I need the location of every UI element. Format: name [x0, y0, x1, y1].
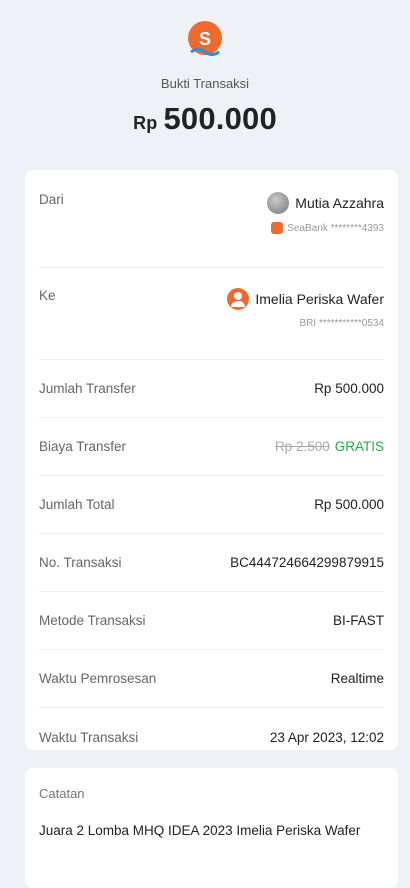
- no-transaksi-value[interactable]: BC444724664299879915: [230, 555, 384, 570]
- no-transaksi-label: No. Transaksi: [39, 555, 122, 570]
- metode-transaksi-row: Metode Transaksi BI-FAST: [39, 592, 384, 650]
- seabank-logo-icon: S: [188, 21, 222, 56]
- transaction-amount: Rp 500.000: [0, 101, 410, 137]
- to-name: Imelia Periska Wafer: [255, 291, 384, 307]
- waktu-pemrosesan-row: Waktu Pemrosesan Realtime: [39, 650, 384, 708]
- from-party: Mutia Azzahra: [267, 192, 384, 214]
- from-account-number: ********4393: [330, 222, 384, 234]
- amount-currency: Rp: [133, 113, 158, 133]
- from-name: Mutia Azzahra: [295, 195, 384, 211]
- from-row: Dari Mutia Azzahra SeaBank ********4393: [39, 170, 384, 268]
- avatar: [267, 192, 290, 214]
- waktu-pemrosesan-label: Waktu Pemrosesan: [39, 671, 157, 686]
- no-transaksi-row: No. Transaksi BC444724664299879915: [39, 534, 384, 592]
- jumlah-total-label: Jumlah Total: [39, 497, 115, 512]
- biaya-transfer-label: Biaya Transfer: [39, 439, 127, 454]
- user-avatar-icon: [227, 288, 250, 310]
- seabank-icon: [271, 222, 284, 234]
- to-info: Imelia Periska Wafer BRI ***********0534: [227, 288, 384, 329]
- to-party: Imelia Periska Wafer: [227, 288, 384, 310]
- jumlah-transfer-label: Jumlah Transfer: [39, 381, 136, 396]
- metode-transaksi-value: BI-FAST: [332, 613, 384, 628]
- from-account: SeaBank ********4393: [267, 222, 384, 234]
- biaya-transfer-value: Rp 2.500 GRATIS: [275, 439, 384, 454]
- note-card: Catatan Juara 2 Lomba MHQ IDEA 2023 Imel…: [25, 768, 398, 888]
- to-account-number: ***********0534: [318, 318, 384, 329]
- amount-value: 500.000: [163, 101, 277, 136]
- transaction-details-card: Dari Mutia Azzahra SeaBank ********4393 …: [25, 170, 398, 750]
- waktu-pemrosesan-value: Realtime: [330, 671, 384, 686]
- from-bank: SeaBank: [287, 222, 328, 234]
- jumlah-total-value: Rp 500.000: [314, 497, 384, 512]
- biaya-transfer-row: Biaya Transfer Rp 2.500 GRATIS: [39, 418, 384, 476]
- to-bank: BRI: [299, 318, 317, 329]
- biaya-original: Rp 2.500: [274, 439, 330, 454]
- biaya-free-badge: GRATIS: [334, 439, 384, 454]
- metode-transaksi-label: Metode Transaksi: [39, 613, 146, 628]
- from-info: Mutia Azzahra SeaBank ********4393: [267, 192, 384, 234]
- page-title: Bukti Transaksi: [160, 76, 250, 91]
- waktu-transaksi-row: Waktu Transaksi 23 Apr 2023, 12:02: [39, 708, 384, 766]
- note-label: Catatan: [39, 786, 85, 801]
- note-text: Juara 2 Lomba MHQ IDEA 2023 Imelia Peris…: [39, 823, 361, 838]
- to-label: Ke: [39, 288, 56, 303]
- waktu-transaksi-label: Waktu Transaksi: [39, 729, 139, 745]
- jumlah-transfer-value: Rp 500.000: [314, 381, 384, 396]
- waktu-transaksi-value: 23 Apr 2023, 12:02: [269, 729, 384, 745]
- jumlah-transfer-row: Jumlah Transfer Rp 500.000: [39, 360, 384, 418]
- to-row: Ke Imelia Periska Wafer BRI ***********0…: [39, 268, 384, 360]
- from-label: Dari: [39, 192, 64, 207]
- to-account: BRI ***********0534: [227, 318, 384, 329]
- svg-text:S: S: [199, 29, 211, 49]
- jumlah-total-row: Jumlah Total Rp 500.000: [39, 476, 384, 534]
- receipt-header: S Bukti Transaksi Rp 500.000: [0, 0, 410, 162]
